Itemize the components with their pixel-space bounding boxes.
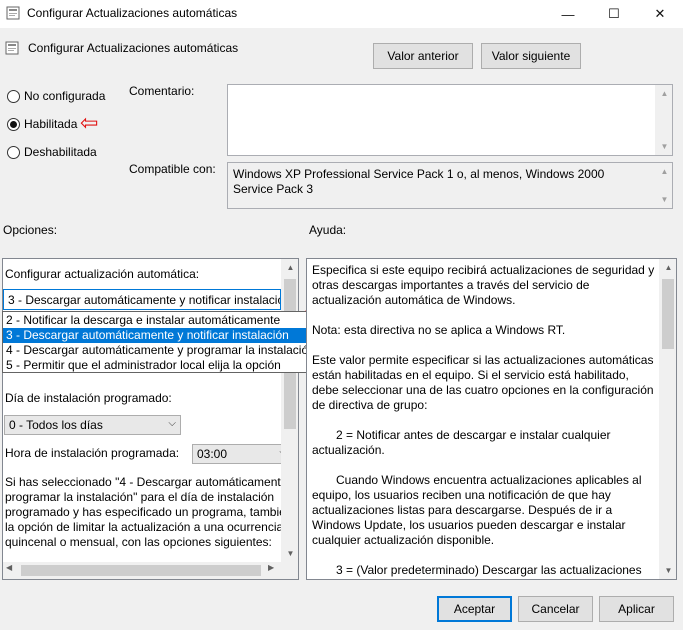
options-vscrollbar[interactable]: ▲ ▼ [281,259,298,562]
radio-indicator [7,145,20,159]
help-text: Especifica si este equipo recibirá actua… [312,263,655,579]
red-arrow-left-icon: ⇦ [80,110,99,135]
radio-indicator [7,89,20,103]
scroll-up-icon[interactable]: ▲ [660,259,676,276]
day-value: 0 - Todos los días [9,418,103,432]
note-line: programar la instalación" para el día de… [5,490,275,504]
scroll-thumb[interactable] [21,565,261,576]
dropdown-option[interactable]: 5 - Permitir que el administrador local … [3,358,315,373]
setting-title: Configurar Actualizaciones automáticas [28,41,239,55]
dropdown-option[interactable]: 4 - Descargar automáticamente y programa… [3,343,315,358]
options-panel: Configurar actualización automática: 3 -… [2,258,299,580]
auto-update-label: Configurar actualización automática: [5,267,200,281]
day-label: Día de instalación programado: [5,391,172,405]
close-button[interactable]: ✕ [637,0,683,28]
help-panel: Especifica si este equipo recibirá actua… [306,258,677,580]
chevron-down-icon: ⌵ [168,418,176,429]
compatible-text: Windows XP Professional Service Pack 1 o… [233,167,605,196]
scroll-up-icon[interactable]: ▲ [656,85,673,102]
help-section-label: Ayuda: [309,223,347,237]
note-line: la opción de limitar la actualización a … [5,520,281,534]
options-hscrollbar[interactable]: ◀ ▶ [3,562,298,579]
accept-button[interactable]: Aceptar [437,596,512,622]
scroll-down-icon[interactable]: ▼ [656,138,673,155]
time-label: Hora de instalación programada: [5,446,180,460]
scroll-thumb[interactable] [662,279,674,349]
auto-update-dropdown-list[interactable]: 2 - Notificar la descarga e instalar aut… [2,311,316,373]
comment-textarea[interactable]: ▲ ▼ [227,84,673,156]
auto-update-select[interactable]: 3 - Descargar automáticamente y notifica… [3,289,281,310]
time-select[interactable]: 03:00 ⌵ [192,444,292,464]
time-value: 03:00 [197,447,228,461]
day-select[interactable]: 0 - Todos los días ⌵ [4,415,181,435]
scroll-up-icon[interactable]: ▲ [656,163,673,180]
minimize-button[interactable]: — [545,0,591,28]
help-paragraph: Nota: esta directiva no se aplica a Wind… [312,323,566,337]
comment-label: Comentario: [129,84,195,98]
scroll-down-icon[interactable]: ▼ [656,191,673,208]
scroll-down-icon[interactable]: ▼ [660,562,676,579]
apply-button[interactable]: Aplicar [599,596,674,622]
title-bar: Configurar Actualizaciones automáticas —… [0,0,683,28]
options-section-label: Opciones: [3,223,58,237]
help-vscrollbar[interactable]: ▲ ▼ [659,259,676,579]
radio-indicator [7,117,20,131]
note-line: programado y has especificado un program… [5,505,281,519]
radio-label: No configurada [24,89,106,103]
maximize-button[interactable]: ☐ [591,0,637,28]
compatible-box: Windows XP Professional Service Pack 1 o… [227,162,673,209]
setting-icon [5,41,19,55]
help-paragraph: Especifica si este equipo recibirá actua… [312,263,655,307]
radio-enabled[interactable]: Habilitada [7,117,77,131]
auto-update-value: 3 - Descargar automáticamente y notifica… [8,292,281,307]
scroll-up-icon[interactable]: ▲ [282,259,298,276]
radio-label: Habilitada [24,117,78,131]
dropdown-option-selected[interactable]: 3 - Descargar automáticamente y notifica… [3,328,315,343]
scroll-left-icon[interactable]: ◀ [6,563,12,572]
help-paragraph: Cuando Windows encuentra actualizaciones… [312,473,642,547]
window-title: Configurar Actualizaciones automáticas [27,6,238,20]
radio-disabled[interactable]: Deshabilitada [7,145,97,159]
previous-setting-button[interactable]: Valor anterior [373,43,473,69]
schedule-note: Si has seleccionado "4 - Descargar autom… [5,475,281,550]
help-paragraph: 2 = Notificar antes de descargar e insta… [312,428,611,457]
cancel-button[interactable]: Cancelar [518,596,593,622]
policy-icon [6,6,20,20]
comment-scrollbar[interactable]: ▲ ▼ [655,85,672,155]
help-paragraph: 3 = (Valor predeterminado) Descargar las… [336,563,642,577]
note-line: Si has seleccionado "4 - Descargar autom… [5,475,281,489]
radio-not-configured[interactable]: No configurada [7,89,105,103]
scroll-down-icon[interactable]: ▼ [282,545,298,562]
note-line: quincenal o mensual, con las opciones si… [5,535,272,549]
help-paragraph: Este valor permite especificar si las ac… [312,353,654,412]
compatible-label: Compatible con: [129,162,216,176]
dropdown-option[interactable]: 2 - Notificar la descarga e instalar aut… [3,313,315,328]
scroll-right-icon[interactable]: ▶ [268,563,274,572]
next-setting-button[interactable]: Valor siguiente [481,43,581,69]
compatible-scrollbar[interactable]: ▲ ▼ [655,163,672,208]
radio-label: Deshabilitada [24,145,97,159]
